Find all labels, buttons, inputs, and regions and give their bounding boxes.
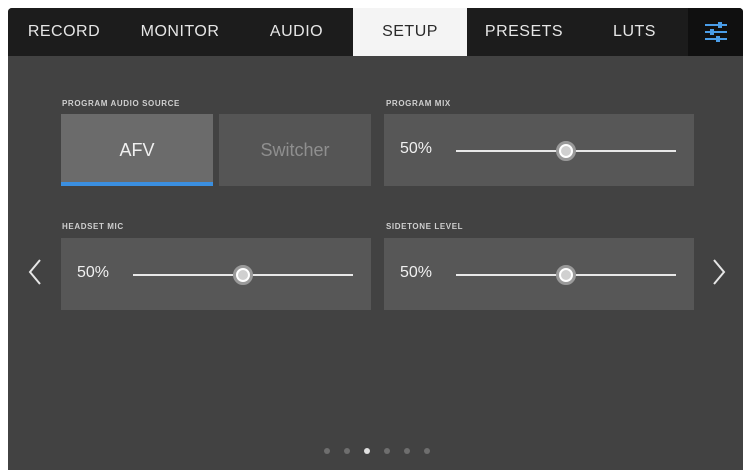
program-mix-label: PROGRAM MIX (386, 99, 451, 108)
tab-setup[interactable]: SETUP (353, 8, 467, 56)
program-audio-source-label: PROGRAM AUDIO SOURCE (62, 99, 180, 108)
settings-tab[interactable] (688, 8, 743, 56)
chevron-right-icon (713, 259, 726, 285)
headset-mic-label: HEADSET MIC (62, 222, 124, 231)
program-mix-panel: 50% (384, 114, 694, 186)
next-page-button[interactable] (704, 252, 734, 292)
tab-luts[interactable]: LUTS (581, 8, 688, 56)
page-dot-1[interactable] (324, 448, 330, 454)
page-dot-3[interactable] (364, 448, 370, 454)
page-dot-4[interactable] (384, 448, 390, 454)
tab-bar: RECORD MONITOR AUDIO SETUP PRESETS LUTS (8, 8, 743, 56)
tab-monitor[interactable]: MONITOR (120, 8, 240, 56)
tab-audio[interactable]: AUDIO (240, 8, 353, 56)
tab-record[interactable]: RECORD (8, 8, 120, 56)
headset-mic-panel: 50% (61, 238, 371, 310)
page-dot-5[interactable] (404, 448, 410, 454)
page-dot-2[interactable] (344, 448, 350, 454)
chevron-left-icon (28, 259, 41, 285)
afv-button-label: AFV (119, 139, 155, 160)
switcher-button[interactable]: Switcher (219, 114, 371, 186)
headset-mic-value: 50% (77, 264, 110, 281)
previous-page-button[interactable] (20, 252, 50, 292)
switcher-button-label: Switcher (260, 139, 330, 160)
program-mix-slider-knob[interactable] (556, 141, 576, 161)
afv-button[interactable]: AFV (61, 114, 213, 186)
page-indicator (8, 448, 743, 458)
sidetone-level-value: 50% (400, 264, 433, 281)
headset-mic-slider-knob[interactable] (233, 265, 253, 285)
sliders-icon (704, 22, 727, 42)
sidetone-level-panel: 50% (384, 238, 694, 310)
selected-indicator (61, 182, 213, 186)
sidetone-level-label: SIDETONE LEVEL (386, 222, 464, 231)
program-mix-value: 50% (400, 140, 433, 157)
page-dot-6[interactable] (424, 448, 430, 454)
camera-menu: RECORD MONITOR AUDIO SETUP PRESETS LUTS … (8, 8, 743, 470)
tab-presets[interactable]: PRESETS (467, 8, 581, 56)
sidetone-level-slider-knob[interactable] (556, 265, 576, 285)
setup-page: PROGRAM AUDIO SOURCE AFV Switcher PROGRA… (8, 56, 743, 470)
